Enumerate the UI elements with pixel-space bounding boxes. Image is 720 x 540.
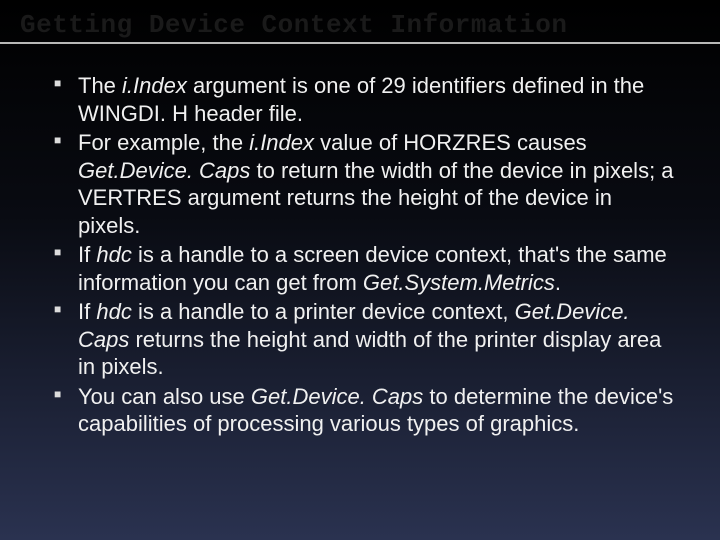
italic-text: i.Index xyxy=(249,130,314,155)
plain-text: If xyxy=(78,299,96,324)
italic-text: Get.System.Metrics xyxy=(363,270,555,295)
plain-text: If xyxy=(78,242,96,267)
bullet-item: If hdc is a handle to a printer device c… xyxy=(78,298,680,381)
title-wrap: Getting Device Context Information xyxy=(0,0,720,44)
bullet-item: For example, the i.Index value of HORZRE… xyxy=(78,129,680,239)
slide: Getting Device Context Information The i… xyxy=(0,0,720,540)
plain-text: is a handle to a printer device context, xyxy=(132,299,515,324)
plain-text: returns the height and width of the prin… xyxy=(78,327,661,380)
bullet-item: The i.Index argument is one of 29 identi… xyxy=(78,72,680,127)
plain-text: The xyxy=(78,73,122,98)
plain-text: You can also use xyxy=(78,384,251,409)
italic-text: Get.Device. Caps xyxy=(78,158,250,183)
bullet-item: You can also use Get.Device. Caps to det… xyxy=(78,383,680,438)
plain-text: . xyxy=(555,270,561,295)
italic-text: hdc xyxy=(96,299,131,324)
bullet-list: The i.Index argument is one of 29 identi… xyxy=(0,72,720,438)
plain-text: For example, the xyxy=(78,130,249,155)
italic-text: hdc xyxy=(96,242,131,267)
plain-text: value of HORZRES causes xyxy=(314,130,587,155)
italic-text: i.Index xyxy=(122,73,187,98)
slide-title: Getting Device Context Information xyxy=(20,10,720,40)
bullet-item: If hdc is a handle to a screen device co… xyxy=(78,241,680,296)
italic-text: Get.Device. Caps xyxy=(251,384,423,409)
